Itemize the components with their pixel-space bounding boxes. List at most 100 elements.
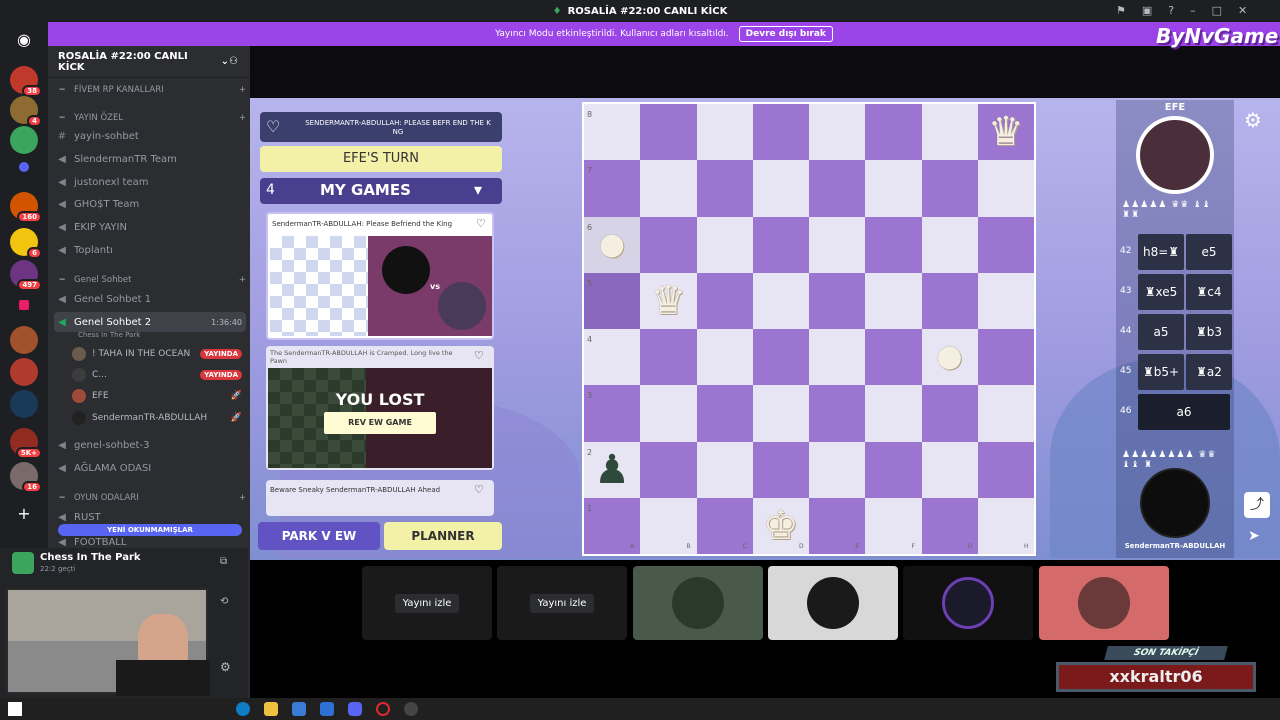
help-icon[interactable]: ?	[1168, 4, 1174, 17]
app-taskbar-icon[interactable]	[404, 702, 418, 716]
board-square[interactable]	[584, 329, 641, 386]
white-king[interactable]: ♚	[753, 498, 809, 554]
channel-genel-sohbet-3[interactable]: ◀ genel-sohbet-3	[54, 435, 246, 455]
voice-user[interactable]: C... YAYINDA	[72, 365, 242, 385]
board-square[interactable]	[921, 104, 978, 161]
server-header[interactable]: ROSALİA #22:00 CANLI KİCK ⌄ ⚇	[48, 46, 250, 78]
heart-icon[interactable]: ♡	[476, 217, 486, 230]
channel-ghost-team[interactable]: ◀ GHO$T Team	[54, 194, 246, 214]
move-white[interactable]: a5	[1138, 314, 1184, 350]
board-square[interactable]	[921, 160, 978, 217]
move-black[interactable]: ♜a2	[1186, 354, 1232, 390]
white-queen[interactable]: ♛	[640, 273, 696, 329]
black-pawn[interactable]: ♟	[584, 442, 640, 498]
chess-board[interactable]: 8 7 6 5 4 3 2 1 A B C D E F G H ♛ ● ♛ ● ♟ ♚	[582, 102, 1036, 556]
board-square[interactable]	[584, 104, 641, 161]
disconnect-icon[interactable]: ⟲	[220, 596, 228, 607]
board-square[interactable]	[752, 272, 809, 329]
server-icon[interactable]: 5K+	[10, 428, 42, 459]
board-square[interactable]	[865, 104, 922, 161]
minimize-icon[interactable]: –	[1190, 4, 1196, 17]
game-card[interactable]: The SendermanTR-ABDULLAH is Cramped. Lon…	[266, 346, 494, 470]
board-square[interactable]	[640, 329, 697, 386]
game-card[interactable]: Beware Sneaky SendermanTR-ABDULLAH Ahead…	[266, 480, 494, 516]
board-square[interactable]	[696, 385, 753, 442]
channel-ekip-yayin[interactable]: ◀ EKIP YAYIN	[54, 217, 246, 237]
board-square[interactable]	[865, 160, 922, 217]
game-card[interactable]: SendermanTR-ABDULLAH: Please Befriend th…	[266, 212, 494, 340]
board-square[interactable]	[865, 329, 922, 386]
board-square[interactable]	[752, 160, 809, 217]
board-square[interactable]	[865, 385, 922, 442]
board-square[interactable]	[809, 329, 866, 386]
board-square[interactable]	[921, 441, 978, 498]
board-square[interactable]	[809, 160, 866, 217]
add-channel-icon[interactable]: +	[239, 113, 246, 123]
add-server-icon[interactable]: +	[10, 500, 38, 528]
close-icon[interactable]: ✕	[1238, 4, 1247, 17]
server-icon[interactable]	[10, 126, 38, 154]
voice-user[interactable]: EFE 🚀	[72, 386, 242, 406]
board-square[interactable]	[977, 272, 1034, 329]
stream-tile[interactable]	[768, 566, 898, 640]
move-white[interactable]: a6	[1138, 394, 1230, 430]
maximize-icon[interactable]: □	[1212, 4, 1222, 17]
store-icon[interactable]	[292, 702, 306, 716]
opera-icon[interactable]	[376, 702, 390, 716]
channel-genel-sohbet-2[interactable]: ◀ Genel Sohbet 2 1:36:40	[54, 312, 246, 332]
heart-icon[interactable]: ♡	[474, 349, 484, 362]
share-icon[interactable]: ⤴	[1244, 492, 1270, 518]
server-icon[interactable]: 160	[10, 192, 42, 223]
category-oyun-odalari[interactable]: ━ OYUN ODALARI +	[54, 488, 246, 508]
board-square[interactable]	[865, 441, 922, 498]
board-square[interactable]	[696, 272, 753, 329]
board-square[interactable]	[640, 441, 697, 498]
board-square[interactable]	[640, 104, 697, 161]
board-square[interactable]	[696, 216, 753, 273]
board-square[interactable]	[696, 160, 753, 217]
board-square[interactable]	[809, 272, 866, 329]
stream-tile[interactable]: Yayını izle	[362, 566, 492, 640]
heart-icon[interactable]: ♡	[474, 483, 484, 496]
my-games-header[interactable]: 4 MY GAMES ▾	[260, 178, 502, 204]
discord-home-icon[interactable]: ◉	[10, 26, 38, 54]
add-channel-icon[interactable]: +	[239, 493, 246, 503]
board-square[interactable]	[696, 104, 753, 161]
inbox-icon[interactable]: ⚑	[1116, 4, 1126, 17]
board-square[interactable]	[752, 216, 809, 273]
board-square[interactable]	[584, 385, 641, 442]
stream-tile[interactable]: Yayını izle	[497, 566, 627, 640]
add-channel-icon[interactable]: +	[239, 85, 246, 95]
move-black[interactable]: ♜b3	[1186, 314, 1232, 350]
server-icon[interactable]	[10, 390, 38, 418]
board-square[interactable]	[921, 272, 978, 329]
category-genel-sohbet[interactable]: ━ Genel Sohbet +	[54, 270, 246, 290]
start-icon[interactable]	[8, 702, 22, 716]
stream-tile[interactable]	[1039, 566, 1169, 640]
move-black[interactable]: ♜c4	[1186, 274, 1232, 310]
board-square[interactable]	[865, 272, 922, 329]
discord-taskbar-icon[interactable]	[348, 702, 362, 716]
move-white[interactable]: ♜b5+	[1138, 354, 1184, 390]
park-view-button[interactable]: PARK V EW	[258, 522, 380, 550]
board-square[interactable]	[584, 160, 641, 217]
board-square[interactable]	[752, 104, 809, 161]
channel-genel-sohbet-1[interactable]: ◀ Genel Sohbet 1	[54, 289, 246, 309]
voice-user[interactable]: ! TAHA IN THE OCEAN YAYINDA	[72, 344, 242, 364]
board-square[interactable]	[640, 160, 697, 217]
board-square[interactable]	[809, 216, 866, 273]
white-pawn[interactable]: ●	[922, 329, 978, 385]
server-icon[interactable]: 6	[10, 228, 42, 259]
mail-icon[interactable]	[320, 702, 334, 716]
board-square[interactable]	[640, 216, 697, 273]
settings-gear-icon[interactable]: ⚙	[220, 660, 231, 674]
send-icon[interactable]: ➤	[1248, 528, 1260, 544]
board-square[interactable]	[640, 385, 697, 442]
board-square[interactable]	[752, 441, 809, 498]
channel-toplanti[interactable]: ◀ Toplantı	[54, 240, 246, 260]
channel-yayin-sohbet[interactable]: # yayin-sohbet	[54, 126, 246, 146]
board-square[interactable]	[865, 216, 922, 273]
disable-streamer-mode-button[interactable]: Devre dışı bırak	[738, 26, 833, 42]
board-square[interactable]	[977, 160, 1034, 217]
move-white[interactable]: h8=♜	[1138, 234, 1184, 270]
